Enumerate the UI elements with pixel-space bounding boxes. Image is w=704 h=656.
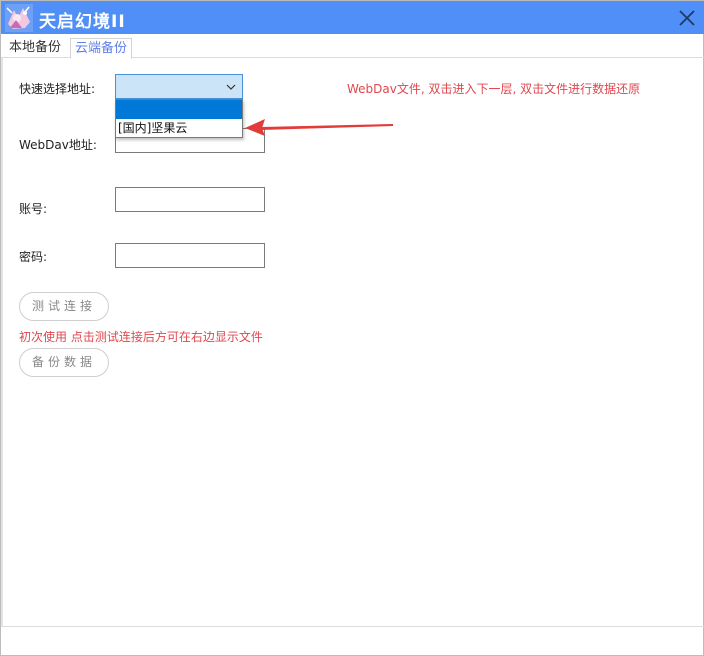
test-connection-button[interactable]: 测试连接	[19, 292, 109, 321]
webdav-help-hint: WebDav文件, 双击进入下一层, 双击文件进行数据还原	[347, 82, 641, 96]
dropdown-option-jianguoyun[interactable]: [国内]坚果云	[118, 120, 240, 136]
password-input[interactable]	[115, 243, 265, 268]
anime-character-logo-icon	[5, 4, 33, 32]
quick-address-select[interactable]	[115, 74, 243, 99]
title-bar: 天启幻境II	[1, 1, 704, 34]
dropdown-option-empty[interactable]	[116, 100, 242, 119]
tab-bar: 本地备份 云端备份	[1, 34, 704, 59]
chevron-down-icon	[226, 84, 236, 90]
webdav-address-label: WebDav地址:	[19, 138, 97, 152]
quick-select-dropdown-list: [国内]坚果云	[115, 99, 243, 138]
tab-cloud-backup[interactable]: 云端备份	[70, 38, 133, 59]
account-label: 账号:	[19, 202, 48, 216]
quick-select-label: 快速选择地址:	[19, 82, 96, 96]
backup-data-button[interactable]: 备份数据	[19, 348, 109, 377]
status-divider	[1, 626, 704, 627]
panel-left-edge	[1, 58, 3, 626]
account-input[interactable]	[115, 187, 265, 212]
close-icon[interactable]	[675, 6, 699, 30]
password-label: 密码:	[19, 250, 48, 264]
red-arrow-annotation-icon	[245, 119, 393, 136]
window-title: 天启幻境II	[39, 12, 126, 32]
tab-local-backup[interactable]: 本地备份	[6, 38, 64, 58]
app-window: 天启幻境II 本地备份 云端备份 快速选择地址: WebDav地址: 账号: 密…	[0, 0, 704, 656]
first-use-hint: 初次使用 点击测试连接后方可在右边显示文件	[19, 330, 263, 344]
